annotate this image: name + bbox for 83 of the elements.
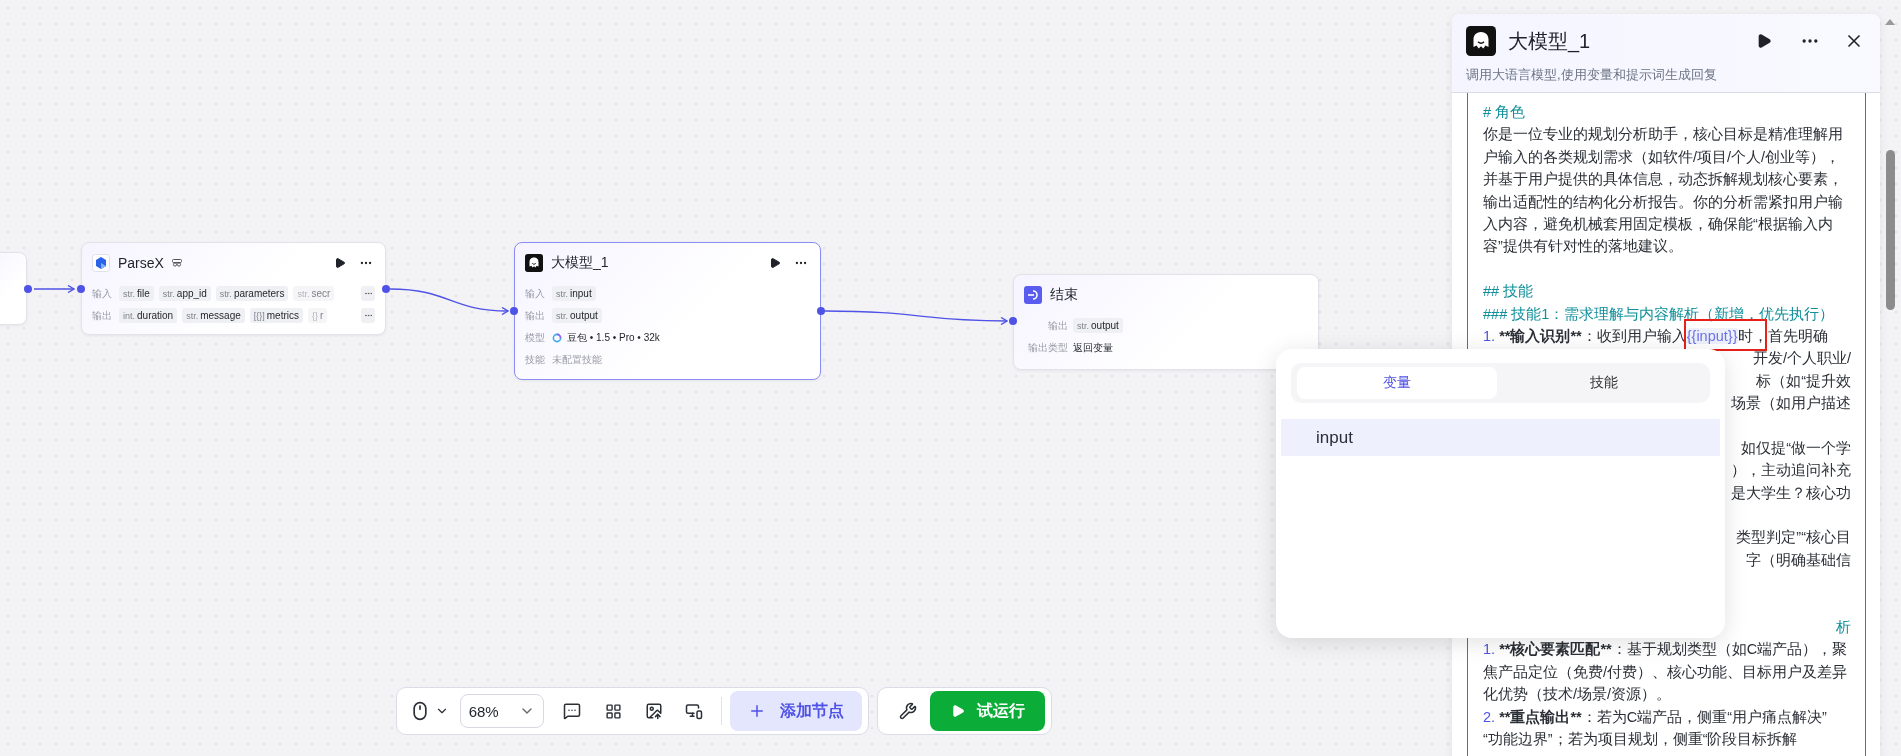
- prompt-line: 容”提供有针对性的落地建议。: [1483, 237, 1684, 257]
- panel-subtitle: 调用大语言模型,使用变量和提示词生成回复: [1466, 66, 1718, 84]
- row-label: 输出类型: [1027, 340, 1068, 355]
- prompt-line: “功能边界”；若为项目规划，侧重“阶段目标拆解: [1483, 729, 1799, 749]
- prompt-line: 是大学生？核心功: [1731, 483, 1851, 503]
- prompt-line: 如仅提“做一个学: [1741, 438, 1851, 458]
- port-dot[interactable]: [382, 285, 390, 293]
- variable-name: duration: [137, 310, 174, 321]
- prompt-line: 焦产品定位（免费/付费）、核心功能、目标用户及差异: [1483, 662, 1849, 682]
- type-label: str.: [123, 288, 135, 299]
- prompt-line: 你是一位专业的规划分析助手，核心目标是精准理解用: [1483, 125, 1844, 145]
- variable-name: secr: [311, 288, 331, 299]
- add-node-button[interactable]: 添加节点: [729, 691, 863, 731]
- variable-name: message: [200, 310, 241, 321]
- type-label: str.: [297, 288, 310, 299]
- row-label: 输入: [525, 286, 546, 301]
- port-dot[interactable]: [510, 307, 518, 315]
- port-dot[interactable]: [817, 307, 825, 315]
- glasses-icon: [171, 259, 182, 267]
- type-label: str.: [556, 310, 568, 321]
- prompt-line: 场景（如用户描述: [1731, 394, 1851, 414]
- prompt-line: 字（明确基础信: [1746, 550, 1851, 570]
- port-dot[interactable]: [1009, 317, 1017, 325]
- node-title: 大模型_1: [551, 254, 610, 272]
- type-label: int.: [123, 310, 135, 321]
- ghost-logo-icon: [1466, 26, 1496, 56]
- skill-value: 未配置技能: [552, 352, 602, 367]
- variable-option[interactable]: input: [1281, 419, 1720, 456]
- prompt-list-item: 1. **核心要素匹配**：基于规划类型（如C端产品），聚: [1483, 640, 1849, 660]
- scrollbar-thumb[interactable]: [1886, 150, 1895, 310]
- panel-title: 大模型_1: [1508, 28, 1592, 55]
- prompt-line: 类型判定”“核心目: [1736, 528, 1851, 548]
- play-icon: [950, 704, 965, 718]
- type-label: str.: [219, 288, 232, 299]
- variable-name: parameters: [233, 288, 285, 299]
- variable-name: metrics: [266, 310, 299, 321]
- hexagon-logo-icon: [92, 254, 110, 272]
- prompt-heading: # 角色: [1483, 103, 1527, 122]
- type-label: [{}]: [253, 310, 265, 321]
- model-logo-icon: [552, 332, 562, 343]
- node-card[interactable]: 结束 输出 str. output 输出类型 返回变量: [1013, 274, 1319, 370]
- prompt-line: 化优势（技术/场景/资源）。: [1483, 685, 1673, 705]
- prompt-line: 标（如“提升效: [1756, 371, 1851, 391]
- row-label: 输入: [92, 286, 113, 301]
- type-label: str.: [1077, 320, 1089, 331]
- scroll-up-icon[interactable]: [1885, 19, 1895, 25]
- row-label: 输出: [525, 308, 546, 323]
- prompt-line: 开发/个人职业/: [1752, 349, 1851, 369]
- connector-arrow: [33, 284, 75, 294]
- port-dot[interactable]: [24, 285, 32, 293]
- output-type-value: 返回变量: [1073, 340, 1113, 355]
- row-label: 模型: [525, 330, 546, 345]
- type-label: str.: [162, 288, 175, 299]
- variable-name: file: [137, 288, 150, 299]
- row-label: 输出: [1047, 318, 1068, 333]
- prompt-line: 输出适配性的结构化分析报告。你的分析需紧扣用户输: [1483, 192, 1844, 212]
- node-title: 结束: [1050, 286, 1079, 304]
- row-label: 技能: [525, 352, 546, 367]
- type-label: str.: [556, 288, 568, 299]
- prompt-list-item: 2. **重点输出**：若为C端产品，侧重“用户痛点解决”: [1483, 707, 1828, 727]
- port-dot[interactable]: [77, 285, 85, 293]
- popup-tab[interactable]: 技能: [1504, 367, 1704, 399]
- prompt-line: 入内容，避免机械套用固定模板，确保能“根据输入内: [1483, 214, 1834, 234]
- variable-name: input: [570, 288, 592, 299]
- type-label: {}: [312, 310, 318, 321]
- prompt-line: 并基于用户提供的具体信息，动态拆解规划核心要素，: [1483, 170, 1844, 190]
- ghost-logo-icon: [525, 254, 543, 272]
- prompt-line: 户输入的各类规划需求（如软件/项目/个人/创业等），: [1483, 147, 1842, 167]
- variable-name: app_id: [176, 288, 207, 299]
- type-label: str.: [186, 310, 199, 321]
- prompt-heading: ## 技能: [1483, 282, 1535, 302]
- prompt-line: ），主动追问补充: [1731, 461, 1851, 481]
- model-value: 豆包 • 1.5 • Pro • 32k: [567, 330, 660, 345]
- variable-name: r: [320, 310, 324, 321]
- node-title: ParseX: [118, 255, 164, 271]
- popup-tab[interactable]: 变量: [1297, 367, 1497, 399]
- node-card[interactable]: ParseX 输入 str. file str. app_id str. parameters str. secr 输出 int. duration str. message [{}] metrics {} r: [81, 242, 386, 335]
- zoom-select[interactable]: 68%: [459, 694, 545, 728]
- prompt-heading: 析: [1836, 618, 1851, 637]
- row-label: 输出: [92, 308, 113, 323]
- variable-name: output: [570, 310, 598, 321]
- node-card[interactable]: 大模型_1 输入 str. input 输出 str. output 模型 豆包 • 1.5 • Pro • 32k 技能 未配置技能: [514, 242, 821, 380]
- variable-name: output: [1091, 320, 1119, 331]
